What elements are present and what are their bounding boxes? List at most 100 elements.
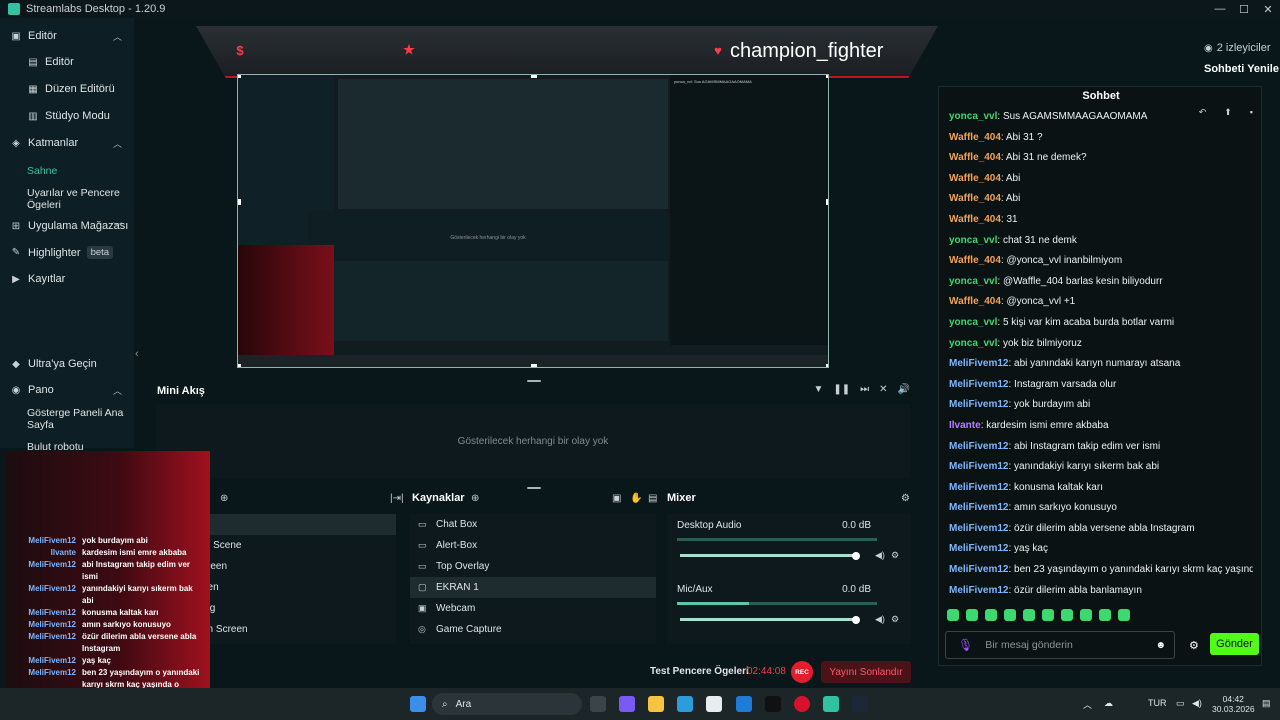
source-item[interactable]: ▭ Alert-Box [410, 535, 656, 556]
tiktok-icon[interactable] [765, 696, 781, 712]
chat-message[interactable]: Waffle_404: Abi 31 ne demek? [949, 148, 1253, 169]
channel-settings-icon[interactable]: ⚙ [891, 550, 899, 561]
chat-username[interactable]: Waffle_404 [949, 132, 1001, 143]
streamlabs-taskbar-icon[interactable] [823, 696, 839, 712]
language-indicator[interactable]: TUR [1148, 698, 1167, 708]
chat-username[interactable]: Waffle_404 [949, 152, 1001, 163]
chat-username[interactable]: yonca_vvl [949, 276, 997, 287]
resize-handle[interactable] [826, 75, 828, 78]
chat-message[interactable]: MeliFivem12: konusma kaltak karı [949, 478, 1253, 499]
emote-icon[interactable] [966, 609, 978, 621]
sidebar-section-layers[interactable]: ◈ Katmanlar ︿ [0, 137, 134, 149]
volume-slider-knob[interactable] [852, 552, 860, 560]
preview-canvas[interactable]: yonca_vvl: Sus AGAMSMMAAGAAOMAMA Gösteri… [237, 74, 829, 368]
chat-message[interactable]: Waffle_404: 31 [949, 210, 1253, 231]
sidebar-section-editor[interactable]: ▣ Editör ︿ [0, 30, 134, 42]
chat-message[interactable]: Waffle_404: @yonca_vvl inanbilmiyom [949, 251, 1253, 272]
task-view-icon[interactable] [590, 696, 606, 712]
chat-message[interactable]: MeliFivem12: yaş kaç [949, 539, 1253, 560]
channel-settings-icon[interactable]: ⚙ [891, 614, 899, 625]
chat-input[interactable]: 🎙 Bir mesaj gönderin ☻ [945, 631, 1175, 659]
sidebar-section-recordings[interactable]: ▶ Kayıtlar [0, 273, 134, 285]
store-icon[interactable] [706, 696, 722, 712]
add-scene-icon[interactable]: ⊕ [220, 493, 228, 504]
chat-message[interactable]: MeliFivem12: Instagram varsada olur [949, 375, 1253, 396]
chat-username[interactable]: MeliFivem12 [949, 523, 1008, 534]
collapse-sidebar-icon[interactable]: ‹ [135, 348, 139, 360]
chat-message[interactable]: MeliFivem12: ben 23 yaşındayım o yanında… [949, 560, 1253, 581]
chat-username[interactable]: MeliFivem12 [949, 482, 1008, 493]
emote-icon[interactable] [1118, 609, 1130, 621]
record-button[interactable]: REC [791, 661, 813, 683]
skip-icon[interactable]: ⏭ [860, 384, 869, 395]
volume-slider[interactable] [680, 618, 856, 621]
notification-icon[interactable]: ▤ [1262, 698, 1271, 709]
speaker-icon[interactable]: ◀) [875, 550, 885, 561]
source-folder-icon[interactable]: ▣ [612, 493, 621, 504]
add-source-icon[interactable]: ⊕ [471, 493, 479, 504]
add-folder-icon[interactable]: ▤ [648, 493, 657, 504]
resize-handle[interactable] [531, 364, 537, 367]
chat-username[interactable]: MeliFivem12 [949, 399, 1008, 410]
chat-username[interactable]: Waffle_404 [949, 255, 1001, 266]
chat-message[interactable]: MeliFivem12: amın sarkıyo konusuyo [949, 498, 1253, 519]
chat-username[interactable]: MeliFivem12 [949, 585, 1008, 596]
close-icon[interactable]: ✕ [1256, 0, 1280, 18]
tray-overflow-icon[interactable]: ︿ [1083, 698, 1092, 711]
chat-message[interactable]: yonca_vvl: 5 kişi var kim acaba burda bo… [949, 313, 1253, 334]
chat-username[interactable]: MeliFivem12 [949, 461, 1008, 472]
chat-message[interactable]: Waffle_404: Abi [949, 189, 1253, 210]
sidebar-section-highlighter[interactable]: ✎ Highlighter beta [0, 246, 134, 259]
resize-handle[interactable] [238, 75, 241, 78]
chat-message[interactable]: MeliFivem12: özür dilerim abla versene a… [949, 519, 1253, 540]
chat-username[interactable]: Waffle_404 [949, 193, 1001, 204]
taskbar-clock[interactable]: 04:42 30.03.2026 [1212, 694, 1255, 714]
source-item[interactable]: ◎ Game Capture [410, 619, 656, 640]
mixer-settings-icon[interactable]: ⚙ [901, 493, 910, 504]
emoji-icon[interactable]: ☻ [1155, 640, 1166, 651]
pause-icon[interactable]: ❚❚ [833, 384, 850, 395]
chat-message[interactable]: Waffle_404: @yonca_vvl +1 [949, 292, 1253, 313]
chat-message[interactable]: MeliFivem12: abi yanındaki karıyn numara… [949, 354, 1253, 375]
chat-username[interactable]: MeliFivem12 [949, 358, 1008, 369]
chat-username[interactable]: MeliFivem12 [949, 543, 1008, 554]
maximize-icon[interactable]: ☐ [1232, 0, 1256, 18]
volume-slider-knob[interactable] [852, 616, 860, 624]
chat-message[interactable]: Ilvante: kardesim ismi emre akbaba [949, 416, 1253, 437]
steam-icon[interactable] [852, 696, 868, 712]
chat-message[interactable]: MeliFivem12: yok burdayım abi [949, 395, 1253, 416]
opera-icon[interactable] [794, 696, 810, 712]
sidebar-item-alerts[interactable]: Uyarılar ve Pencere Ögeleri [27, 187, 127, 211]
chat-message[interactable]: yonca_vvl: chat 31 ne demk [949, 231, 1253, 252]
chat-username[interactable]: Waffle_404 [949, 296, 1001, 307]
refresh-chat-button[interactable]: Sohbeti Yenile [1204, 63, 1279, 75]
chat-message[interactable]: yonca_vvl: yok biz bilmiyoruz [949, 334, 1253, 355]
sidebar-item-scene[interactable]: Sahne [27, 165, 57, 177]
emote-icon[interactable] [1099, 609, 1111, 621]
emote-icon[interactable] [1023, 609, 1035, 621]
send-button[interactable]: Gönder [1210, 633, 1259, 655]
resize-handle[interactable] [826, 199, 828, 205]
chat-message[interactable]: Waffle_404: Abi 31 ? [949, 128, 1253, 149]
onedrive-icon[interactable]: ☁ [1104, 698, 1113, 709]
chat-username[interactable]: yonca_vvl [949, 338, 997, 349]
chat-username[interactable]: yonca_vvl [949, 235, 997, 246]
chat-username[interactable]: MeliFivem12 [949, 564, 1008, 575]
chat-message[interactable]: MeliFivem12: özür dilerim abla banlamayı… [949, 581, 1253, 602]
chat-username[interactable]: MeliFivem12 [949, 502, 1008, 513]
source-properties-icon[interactable]: ✋ [630, 493, 642, 504]
source-item[interactable]: ▭ Chat Box [410, 514, 656, 535]
chat-settings-icon[interactable]: ⚙ [1189, 639, 1199, 652]
sidebar-section-dashboard[interactable]: ◉ Pano ︿ [0, 384, 134, 396]
source-item[interactable]: ▢ EKRAN 1 [410, 577, 656, 598]
volume-tray-icon[interactable]: ◀) [1192, 698, 1202, 709]
filter-icon[interactable]: ▼ [813, 384, 823, 395]
mute-alerts-icon[interactable]: ✕ [879, 384, 887, 395]
volume-slider[interactable] [680, 554, 856, 557]
file-explorer-icon[interactable] [648, 696, 664, 712]
chat-username[interactable]: Waffle_404 [949, 214, 1001, 225]
chat-username[interactable]: yonca_vvl [949, 317, 997, 328]
collapse-dock-icon[interactable]: |⇥| [390, 493, 404, 504]
emote-icon[interactable] [1080, 609, 1092, 621]
chat-username[interactable]: MeliFivem12 [949, 379, 1008, 390]
